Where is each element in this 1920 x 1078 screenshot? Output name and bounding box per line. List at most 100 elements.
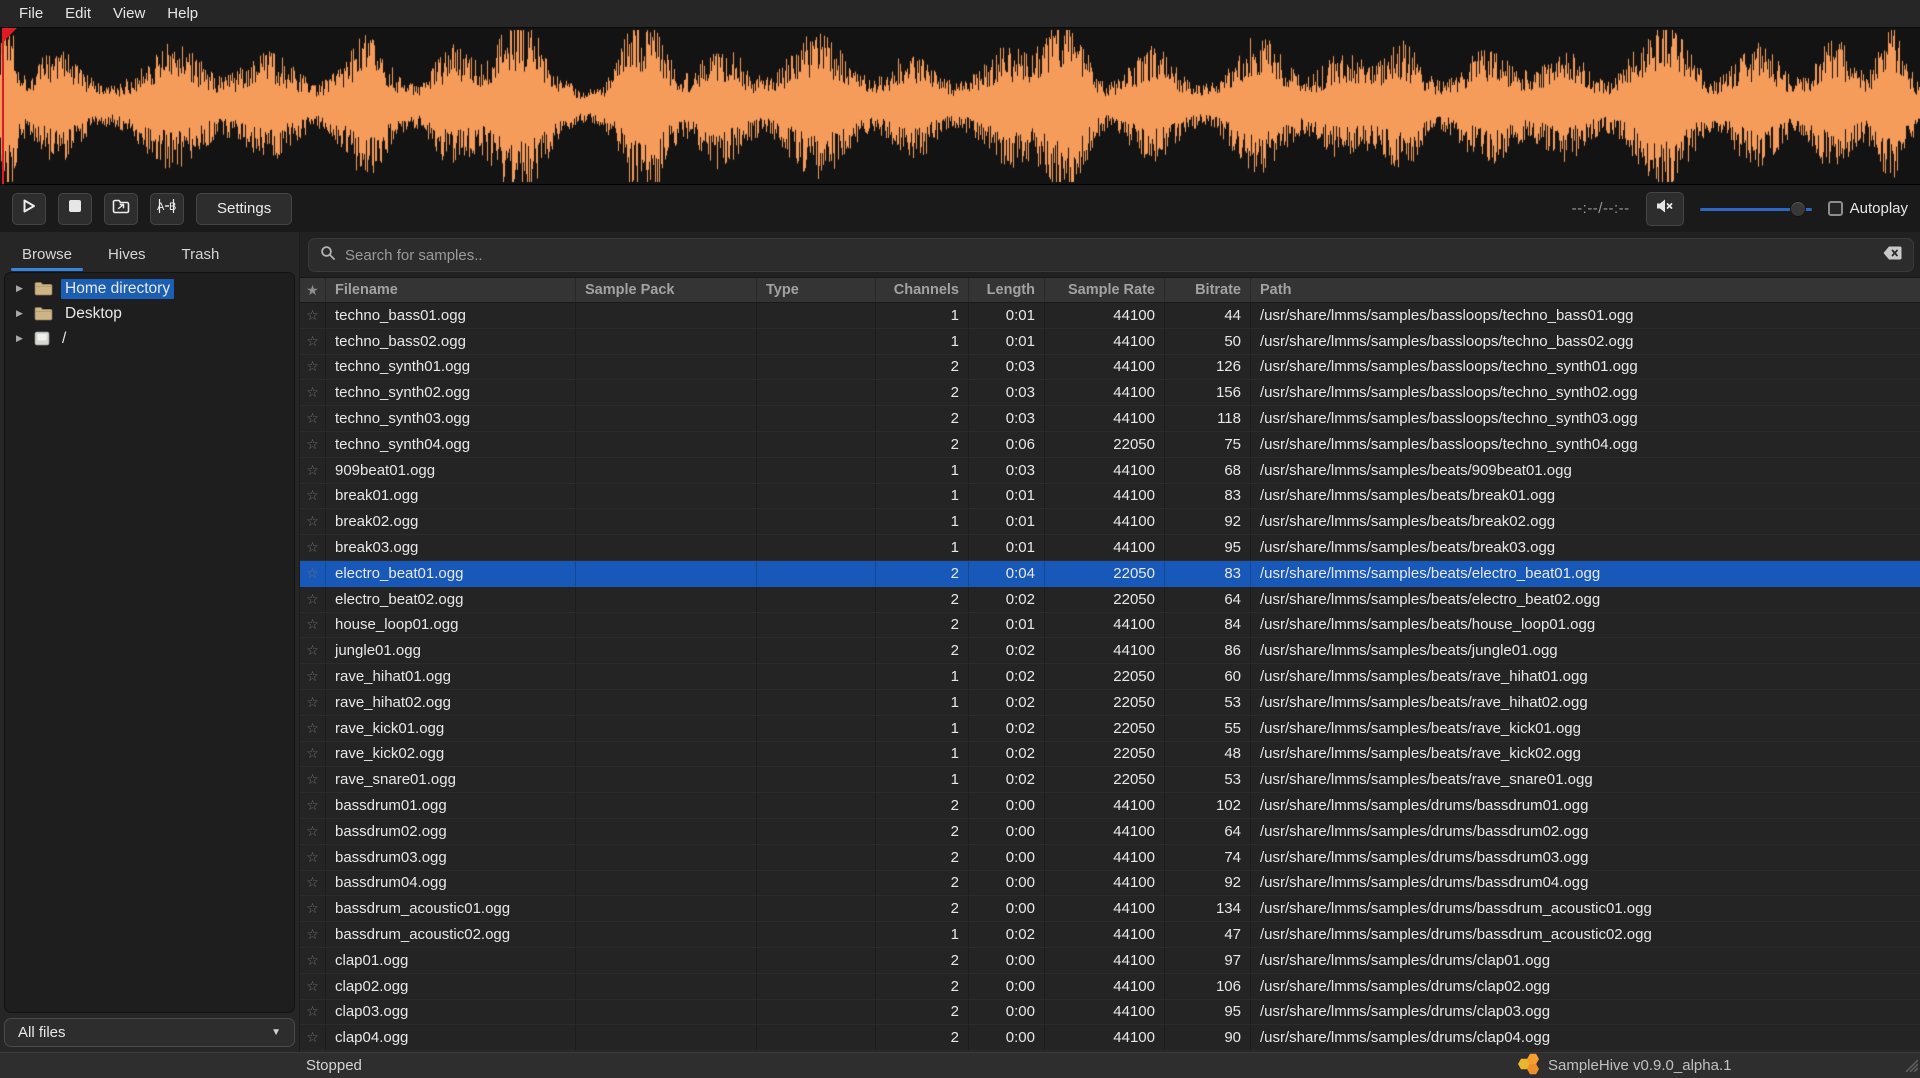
favorite-star-icon[interactable]: ☆ <box>300 561 326 586</box>
favorite-star-icon[interactable]: ☆ <box>300 509 326 534</box>
search-bar[interactable] <box>308 238 1914 272</box>
favorite-star-icon[interactable]: ☆ <box>300 664 326 689</box>
expander-icon[interactable]: ▶ <box>16 333 34 344</box>
mute-button[interactable] <box>1646 192 1684 226</box>
header-type[interactable]: Type <box>757 278 876 302</box>
play-button[interactable] <box>12 193 46 225</box>
favorite-star-icon[interactable]: ☆ <box>300 922 326 947</box>
table-row[interactable]: ☆break02.ogg10:014410092/usr/share/lmms/… <box>300 509 1920 535</box>
table-row[interactable]: ☆techno_bass01.ogg10:014410044/usr/share… <box>300 303 1920 329</box>
header-channels[interactable]: Channels <box>876 278 969 302</box>
header-path[interactable]: Path <box>1251 278 1920 302</box>
header-filename[interactable]: Filename <box>326 278 576 302</box>
tab-hives[interactable]: Hives <box>90 237 164 272</box>
favorite-star-icon[interactable]: ☆ <box>300 1000 326 1025</box>
favorite-star-icon[interactable]: ☆ <box>300 484 326 509</box>
expander-icon[interactable]: ▶ <box>16 283 34 294</box>
resize-grip[interactable] <box>1900 1054 1918 1076</box>
table-row[interactable]: ☆rave_kick01.ogg10:022205055/usr/share/l… <box>300 716 1920 742</box>
favorite-star-icon[interactable]: ☆ <box>300 716 326 741</box>
table-row[interactable]: ☆bassdrum_acoustic02.ogg10:024410047/usr… <box>300 922 1920 948</box>
menu-item-file[interactable]: File <box>8 2 54 25</box>
tree-item[interactable]: ▶ Home directory <box>5 276 294 301</box>
cell-path: /usr/share/lmms/samples/beats/rave_kick0… <box>1251 716 1920 741</box>
tree-item[interactable]: ▶ / <box>5 326 294 351</box>
autoplay-checkbox[interactable] <box>1828 201 1843 216</box>
table-row[interactable]: ☆rave_snare01.ogg10:022205053/usr/share/… <box>300 767 1920 793</box>
favorite-star-icon[interactable]: ☆ <box>300 432 326 457</box>
favorite-star-icon[interactable]: ☆ <box>300 355 326 380</box>
loop-sample-button[interactable] <box>104 193 138 225</box>
loop-ab-button[interactable]: A B <box>150 193 184 225</box>
tab-browse[interactable]: Browse <box>4 237 90 272</box>
favorite-star-icon[interactable]: ☆ <box>300 871 326 896</box>
favorite-star-icon[interactable]: ☆ <box>300 1025 326 1050</box>
search-input[interactable] <box>345 247 1874 264</box>
favorite-star-icon[interactable]: ☆ <box>300 767 326 792</box>
table-row[interactable]: ☆bassdrum04.ogg20:004410092/usr/share/lm… <box>300 871 1920 897</box>
favorite-star-icon[interactable]: ☆ <box>300 380 326 405</box>
table-row[interactable]: ☆rave_hihat01.ogg10:022205060/usr/share/… <box>300 664 1920 690</box>
table-row[interactable]: ☆electro_beat02.ogg20:022205064/usr/shar… <box>300 587 1920 613</box>
table-row[interactable]: ☆clap03.ogg20:004410095/usr/share/lmms/s… <box>300 1000 1920 1026</box>
favorite-star-icon[interactable]: ☆ <box>300 742 326 767</box>
file-filter-dropdown[interactable]: All files ▼ <box>4 1018 295 1047</box>
header-bitrate[interactable]: Bitrate <box>1165 278 1251 302</box>
favorite-star-icon[interactable]: ☆ <box>300 974 326 999</box>
menu-item-view[interactable]: View <box>102 2 156 25</box>
table-row[interactable]: ☆bassdrum_acoustic01.ogg20:0044100134/us… <box>300 896 1920 922</box>
table-row[interactable]: ☆bassdrum01.ogg20:0044100102/usr/share/l… <box>300 793 1920 819</box>
header-length[interactable]: Length <box>969 278 1045 302</box>
table-row[interactable]: ☆techno_synth04.ogg20:062205075/usr/shar… <box>300 432 1920 458</box>
tree-item[interactable]: ▶ Desktop <box>5 301 294 326</box>
stop-button[interactable] <box>58 193 92 225</box>
playhead-marker[interactable] <box>2 28 4 184</box>
favorite-star-icon[interactable]: ☆ <box>300 303 326 328</box>
table-row[interactable]: ☆break03.ogg10:014410095/usr/share/lmms/… <box>300 535 1920 561</box>
table-row[interactable]: ☆clap02.ogg20:0044100106/usr/share/lmms/… <box>300 974 1920 1000</box>
table-row[interactable]: ☆clap04.ogg20:004410090/usr/share/lmms/s… <box>300 1025 1920 1051</box>
cell-sample-pack <box>576 329 757 354</box>
settings-button[interactable]: Settings <box>196 193 292 225</box>
header-favorite-star-icon[interactable]: ★ <box>300 278 326 302</box>
menu-item-help[interactable]: Help <box>156 2 209 25</box>
favorite-star-icon[interactable]: ☆ <box>300 638 326 663</box>
table-row[interactable]: ☆techno_bass02.ogg10:014410050/usr/share… <box>300 329 1920 355</box>
favorite-star-icon[interactable]: ☆ <box>300 845 326 870</box>
header-sample-rate[interactable]: Sample Rate <box>1045 278 1165 302</box>
table-row[interactable]: ☆techno_synth03.ogg20:0344100118/usr/sha… <box>300 406 1920 432</box>
cell-type <box>757 1000 876 1025</box>
table-row[interactable]: ☆909beat01.ogg10:034410068/usr/share/lmm… <box>300 458 1920 484</box>
favorite-star-icon[interactable]: ☆ <box>300 948 326 973</box>
favorite-star-icon[interactable]: ☆ <box>300 406 326 431</box>
tab-trash[interactable]: Trash <box>164 237 238 272</box>
expander-icon[interactable]: ▶ <box>16 308 34 319</box>
favorite-star-icon[interactable]: ☆ <box>300 458 326 483</box>
cell-filename: techno_synth02.ogg <box>326 380 576 405</box>
clear-search-icon[interactable] <box>1883 246 1902 265</box>
table-row[interactable]: ☆rave_kick02.ogg10:022205048/usr/share/l… <box>300 742 1920 768</box>
table-row[interactable]: ☆bassdrum02.ogg20:004410064/usr/share/lm… <box>300 819 1920 845</box>
favorite-star-icon[interactable]: ☆ <box>300 793 326 818</box>
favorite-star-icon[interactable]: ☆ <box>300 587 326 612</box>
table-row[interactable]: ☆bassdrum03.ogg20:004410074/usr/share/lm… <box>300 845 1920 871</box>
waveform-panel[interactable] <box>0 27 1920 185</box>
menu-item-edit[interactable]: Edit <box>54 2 102 25</box>
volume-slider[interactable] <box>1700 200 1812 218</box>
favorite-star-icon[interactable]: ☆ <box>300 329 326 354</box>
table-row[interactable]: ☆techno_synth02.ogg20:0344100156/usr/sha… <box>300 380 1920 406</box>
table-row[interactable]: ☆electro_beat01.ogg20:042205083/usr/shar… <box>300 561 1920 587</box>
table-row[interactable]: ☆house_loop01.ogg20:014410084/usr/share/… <box>300 613 1920 639</box>
volume-slider-knob[interactable] <box>1790 201 1806 217</box>
favorite-star-icon[interactable]: ☆ <box>300 535 326 560</box>
table-row[interactable]: ☆techno_synth01.ogg20:0344100126/usr/sha… <box>300 355 1920 381</box>
table-row[interactable]: ☆clap01.ogg20:004410097/usr/share/lmms/s… <box>300 948 1920 974</box>
favorite-star-icon[interactable]: ☆ <box>300 690 326 715</box>
table-row[interactable]: ☆rave_hihat02.ogg10:022205053/usr/share/… <box>300 690 1920 716</box>
favorite-star-icon[interactable]: ☆ <box>300 896 326 921</box>
table-row[interactable]: ☆jungle01.ogg20:024410086/usr/share/lmms… <box>300 638 1920 664</box>
header-sample-pack[interactable]: Sample Pack <box>576 278 757 302</box>
favorite-star-icon[interactable]: ☆ <box>300 613 326 638</box>
favorite-star-icon[interactable]: ☆ <box>300 819 326 844</box>
table-row[interactable]: ☆break01.ogg10:014410083/usr/share/lmms/… <box>300 484 1920 510</box>
